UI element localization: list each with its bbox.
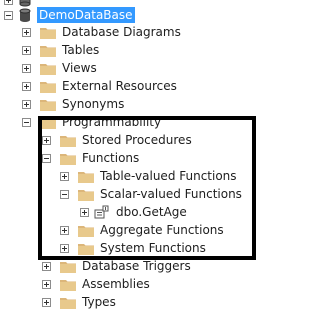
expand-toggle[interactable] <box>60 243 69 253</box>
tree-item-label: Database Diagrams <box>62 25 181 39</box>
tree-item-label: Scalar-valued Functions <box>100 187 242 201</box>
folder-icon <box>60 152 76 165</box>
expand-toggle[interactable] <box>22 27 31 37</box>
tree-item-system-functions[interactable]: System Functions <box>60 239 208 257</box>
database-node-demodatabase[interactable]: DemoDataBase <box>4 6 135 24</box>
expand-toggle[interactable] <box>22 81 31 91</box>
tree-item-label: Table-valued Functions <box>100 169 237 183</box>
collapse-toggle[interactable] <box>60 189 69 199</box>
tree-item-label: Synonyms <box>62 97 125 111</box>
folder-icon <box>40 116 56 129</box>
tree-item-label: Stored Procedures <box>82 133 192 147</box>
tree-item-aggregate-functions[interactable]: Aggregate Functions <box>60 221 226 239</box>
folder-icon <box>60 134 76 147</box>
folder-icon <box>40 62 56 75</box>
tree-item-label: Types <box>82 295 116 309</box>
database-name-label: DemoDataBase <box>37 7 135 23</box>
folder-icon <box>60 278 76 291</box>
expand-toggle[interactable] <box>22 45 31 55</box>
database-icon <box>19 8 31 23</box>
tree-item-label: dbo.GetAge <box>116 205 187 219</box>
folder-icon <box>40 98 56 111</box>
object-explorer-tree: DemoDataBase Database Diagrams Tables Vi… <box>0 0 331 309</box>
tree-item-table-valued-functions[interactable]: Table-valued Functions <box>60 167 239 185</box>
tree-item-views[interactable]: Views <box>22 59 99 77</box>
folder-icon <box>60 260 76 273</box>
folder-icon <box>40 44 56 57</box>
expand-toggle[interactable] <box>60 171 69 181</box>
tree-item-label: Aggregate Functions <box>100 223 224 237</box>
expand-toggle[interactable] <box>42 297 51 307</box>
folder-icon <box>60 296 76 309</box>
tree-item-assemblies[interactable]: Assemblies <box>42 275 152 293</box>
folder-icon <box>78 188 94 201</box>
tree-item-functions[interactable]: Functions <box>42 149 141 167</box>
expand-toggle[interactable] <box>60 225 69 235</box>
expand-toggle[interactable] <box>22 63 31 73</box>
folder-icon <box>40 80 56 93</box>
tree-item-synonyms[interactable]: Synonyms <box>22 95 126 113</box>
expand-toggle[interactable] <box>42 135 51 145</box>
folder-icon <box>78 242 94 255</box>
scalar-function-icon <box>94 205 110 219</box>
folder-icon <box>78 224 94 237</box>
tree-item-label: Assemblies <box>82 277 150 291</box>
tree-item-dbo-getage[interactable]: dbo.GetAge <box>80 203 189 221</box>
tree-item-label: Programmability <box>62 115 162 129</box>
folder-icon <box>40 26 56 39</box>
tree-item-database-diagrams[interactable]: Database Diagrams <box>22 23 183 41</box>
expand-toggle[interactable] <box>42 261 51 271</box>
tree-item-label: External Resources <box>62 79 177 93</box>
collapse-toggle[interactable] <box>22 117 31 127</box>
tree-item-tables[interactable]: Tables <box>22 41 101 59</box>
folder-icon <box>78 170 94 183</box>
tree-item-database-triggers[interactable]: Database Triggers <box>42 257 193 275</box>
collapse-toggle[interactable] <box>42 153 51 163</box>
tree-item-types[interactable]: Types <box>42 293 118 309</box>
tree-item-label: Views <box>62 61 97 75</box>
tree-item-programmability[interactable]: Programmability <box>22 113 163 131</box>
tree-item-label: Functions <box>82 151 140 165</box>
tree-item-label: Database Triggers <box>82 259 191 273</box>
tree-item-label: Tables <box>62 43 100 57</box>
tree-item-scalar-valued-functions[interactable]: Scalar-valued Functions <box>60 185 244 203</box>
tree-item-label: System Functions <box>100 241 206 255</box>
tree-item-external-resources[interactable]: External Resources <box>22 77 179 95</box>
tree-item-stored-procedures[interactable]: Stored Procedures <box>42 131 194 149</box>
expand-toggle[interactable] <box>80 207 89 217</box>
expand-toggle[interactable] <box>42 279 51 289</box>
expand-toggle[interactable] <box>4 0 13 5</box>
collapse-toggle[interactable] <box>4 10 13 20</box>
expand-toggle[interactable] <box>22 99 31 109</box>
